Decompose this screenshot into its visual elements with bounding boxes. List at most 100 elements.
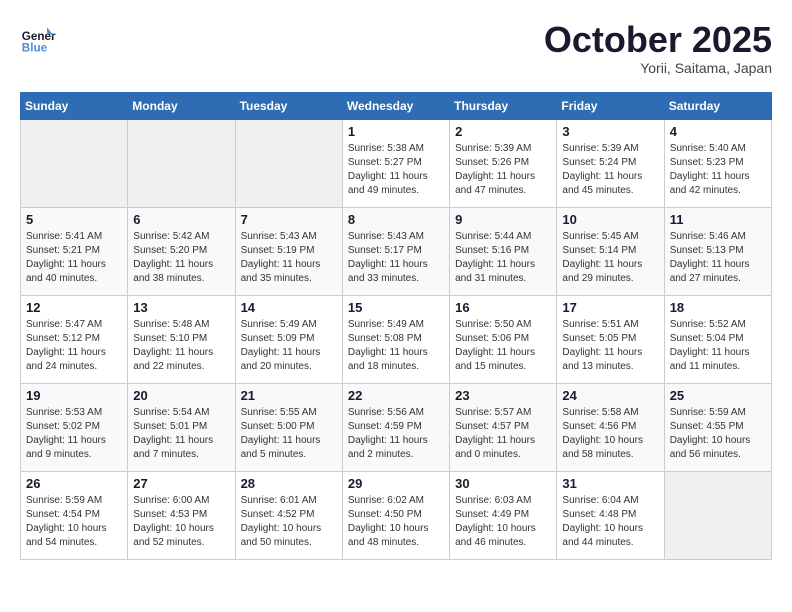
day-info: Sunrise: 6:01 AM Sunset: 4:52 PM Dayligh… [241, 494, 337, 550]
calendar-cell: 14Sunrise: 5:49 AM Sunset: 5:09 PM Dayli… [235, 295, 342, 383]
day-info: Sunrise: 5:45 AM Sunset: 5:14 PM Dayligh… [562, 230, 658, 286]
day-number: 25 [670, 388, 766, 403]
day-info: Sunrise: 5:52 AM Sunset: 5:04 PM Dayligh… [670, 318, 766, 374]
day-number: 7 [241, 212, 337, 227]
logo: General Blue [20, 20, 56, 56]
weekday-header: Tuesday [235, 92, 342, 119]
day-info: Sunrise: 5:46 AM Sunset: 5:13 PM Dayligh… [670, 230, 766, 286]
calendar-cell: 24 Sunrise: 5:58 AM Sunset: 4:56 PM Dayli… [557, 383, 664, 471]
day-info: Sunrise: 5:53 AM Sunset: 5:02 PM Dayligh… [26, 406, 122, 462]
calendar-week-row: 12 Sunrise: 5:47 AM Sunset: 5:12 PM Dayli… [21, 295, 772, 383]
calendar-cell: 31 Sunrise: 6:04 AM Sunset: 4:48 PM Dayli… [557, 471, 664, 559]
calendar-cell: 18 Sunrise: 5:52 AM Sunset: 5:04 PM Dayli… [664, 295, 771, 383]
calendar-header-row: SundayMondayTuesdayWednesdayThursdayFrid… [21, 92, 772, 119]
day-info: Sunrise: 6:03 AM Sunset: 4:49 PM Dayligh… [455, 494, 551, 550]
day-info: Sunrise: 5:43 AM Sunset: 5:17 PM Dayligh… [348, 230, 444, 286]
weekday-header: Friday [557, 92, 664, 119]
day-number: 26 [26, 476, 122, 491]
day-info: Sunrise: 6:00 AM Sunset: 4:53 PM Dayligh… [133, 494, 229, 550]
calendar-cell: 8 Sunrise: 5:43 AM Sunset: 5:17 PM Daylig… [342, 207, 449, 295]
calendar-cell [664, 471, 771, 559]
day-number: 19 [26, 388, 122, 403]
calendar-cell: 13 Sunrise: 5:48 AM Sunset: 5:10 PM Dayli… [128, 295, 235, 383]
calendar-cell: 12 Sunrise: 5:47 AM Sunset: 5:12 PM Dayli… [21, 295, 128, 383]
calendar-cell: 4 Sunrise: 5:40 AM Sunset: 5:23 PM Daylig… [664, 119, 771, 207]
day-info: Sunrise: 5:43 AM Sunset: 5:19 PM Dayligh… [241, 230, 337, 286]
day-number: 24 [562, 388, 658, 403]
calendar-cell: 9 Sunrise: 5:44 AM Sunset: 5:16 PM Daylig… [450, 207, 557, 295]
day-number: 18 [670, 300, 766, 315]
svg-text:Blue: Blue [22, 42, 48, 55]
title-block: October 2025 Yorii, Saitama, Japan [544, 20, 772, 76]
day-info: Sunrise: 5:55 AM Sunset: 5:00 PM Dayligh… [241, 406, 337, 462]
calendar-table: SundayMondayTuesdayWednesdayThursdayFrid… [20, 92, 772, 560]
calendar-cell: 5 Sunrise: 5:41 AM Sunset: 5:21 PM Daylig… [21, 207, 128, 295]
day-info: Sunrise: 5:48 AM Sunset: 5:10 PM Dayligh… [133, 318, 229, 374]
calendar-cell: 7 Sunrise: 5:43 AM Sunset: 5:19 PM Daylig… [235, 207, 342, 295]
calendar-cell: 30 Sunrise: 6:03 AM Sunset: 4:49 PM Dayli… [450, 471, 557, 559]
day-number: 22 [348, 388, 444, 403]
day-number: 29 [348, 476, 444, 491]
day-number: 28 [241, 476, 337, 491]
day-info: Sunrise: 6:04 AM Sunset: 4:48 PM Dayligh… [562, 494, 658, 550]
day-number: 1 [348, 124, 444, 139]
day-number: 21 [241, 388, 337, 403]
day-number: 6 [133, 212, 229, 227]
day-number: 4 [670, 124, 766, 139]
day-info: Sunrise: 5:39 AM Sunset: 5:24 PM Dayligh… [562, 142, 658, 198]
calendar-cell: 19 Sunrise: 5:53 AM Sunset: 5:02 PM Dayli… [21, 383, 128, 471]
logo-icon: General Blue [20, 20, 56, 56]
weekday-header: Saturday [664, 92, 771, 119]
day-number: 16 [455, 300, 551, 315]
calendar-cell: 20Sunrise: 5:54 AM Sunset: 5:01 PM Dayli… [128, 383, 235, 471]
calendar-cell: 1Sunrise: 5:38 AM Sunset: 5:27 PM Daylig… [342, 119, 449, 207]
day-info: Sunrise: 5:40 AM Sunset: 5:23 PM Dayligh… [670, 142, 766, 198]
day-info: Sunrise: 5:44 AM Sunset: 5:16 PM Dayligh… [455, 230, 551, 286]
calendar-week-row: 5 Sunrise: 5:41 AM Sunset: 5:21 PM Daylig… [21, 207, 772, 295]
calendar-cell: 21 Sunrise: 5:55 AM Sunset: 5:00 PM Dayli… [235, 383, 342, 471]
calendar-cell [128, 119, 235, 207]
calendar-cell: 28 Sunrise: 6:01 AM Sunset: 4:52 PM Dayli… [235, 471, 342, 559]
day-info: Sunrise: 5:56 AM Sunset: 4:59 PM Dayligh… [348, 406, 444, 462]
day-info: Sunrise: 5:59 AM Sunset: 4:54 PM Dayligh… [26, 494, 122, 550]
calendar-cell: 16 Sunrise: 5:50 AM Sunset: 5:06 PM Dayli… [450, 295, 557, 383]
weekday-header: Sunday [21, 92, 128, 119]
calendar-week-row: 19 Sunrise: 5:53 AM Sunset: 5:02 PM Dayli… [21, 383, 772, 471]
day-info: Sunrise: 5:57 AM Sunset: 4:57 PM Dayligh… [455, 406, 551, 462]
calendar-week-row: 1Sunrise: 5:38 AM Sunset: 5:27 PM Daylig… [21, 119, 772, 207]
day-number: 23 [455, 388, 551, 403]
day-info: Sunrise: 5:50 AM Sunset: 5:06 PM Dayligh… [455, 318, 551, 374]
day-number: 27 [133, 476, 229, 491]
day-number: 12 [26, 300, 122, 315]
day-info: Sunrise: 5:49 AM Sunset: 5:08 PM Dayligh… [348, 318, 444, 374]
day-info: Sunrise: 5:51 AM Sunset: 5:05 PM Dayligh… [562, 318, 658, 374]
day-number: 31 [562, 476, 658, 491]
weekday-header: Wednesday [342, 92, 449, 119]
day-number: 13 [133, 300, 229, 315]
location: Yorii, Saitama, Japan [544, 60, 772, 76]
calendar-cell: 25 Sunrise: 5:59 AM Sunset: 4:55 PM Dayli… [664, 383, 771, 471]
calendar-cell: 10 Sunrise: 5:45 AM Sunset: 5:14 PM Dayli… [557, 207, 664, 295]
day-number: 5 [26, 212, 122, 227]
day-number: 2 [455, 124, 551, 139]
calendar-cell: 15 Sunrise: 5:49 AM Sunset: 5:08 PM Dayli… [342, 295, 449, 383]
calendar-cell: 11Sunrise: 5:46 AM Sunset: 5:13 PM Dayli… [664, 207, 771, 295]
day-number: 3 [562, 124, 658, 139]
day-number: 30 [455, 476, 551, 491]
day-info: Sunrise: 5:58 AM Sunset: 4:56 PM Dayligh… [562, 406, 658, 462]
day-info: Sunrise: 5:59 AM Sunset: 4:55 PM Dayligh… [670, 406, 766, 462]
calendar-cell: 27 Sunrise: 6:00 AM Sunset: 4:53 PM Dayli… [128, 471, 235, 559]
day-number: 9 [455, 212, 551, 227]
calendar-cell: 23 Sunrise: 5:57 AM Sunset: 4:57 PM Dayli… [450, 383, 557, 471]
day-info: Sunrise: 5:42 AM Sunset: 5:20 PM Dayligh… [133, 230, 229, 286]
day-number: 8 [348, 212, 444, 227]
day-info: Sunrise: 6:02 AM Sunset: 4:50 PM Dayligh… [348, 494, 444, 550]
calendar-cell: 2Sunrise: 5:39 AM Sunset: 5:26 PM Daylig… [450, 119, 557, 207]
day-info: Sunrise: 5:41 AM Sunset: 5:21 PM Dayligh… [26, 230, 122, 286]
day-number: 14 [241, 300, 337, 315]
calendar-cell [21, 119, 128, 207]
day-number: 15 [348, 300, 444, 315]
day-info: Sunrise: 5:54 AM Sunset: 5:01 PM Dayligh… [133, 406, 229, 462]
day-number: 10 [562, 212, 658, 227]
day-info: Sunrise: 5:47 AM Sunset: 5:12 PM Dayligh… [26, 318, 122, 374]
